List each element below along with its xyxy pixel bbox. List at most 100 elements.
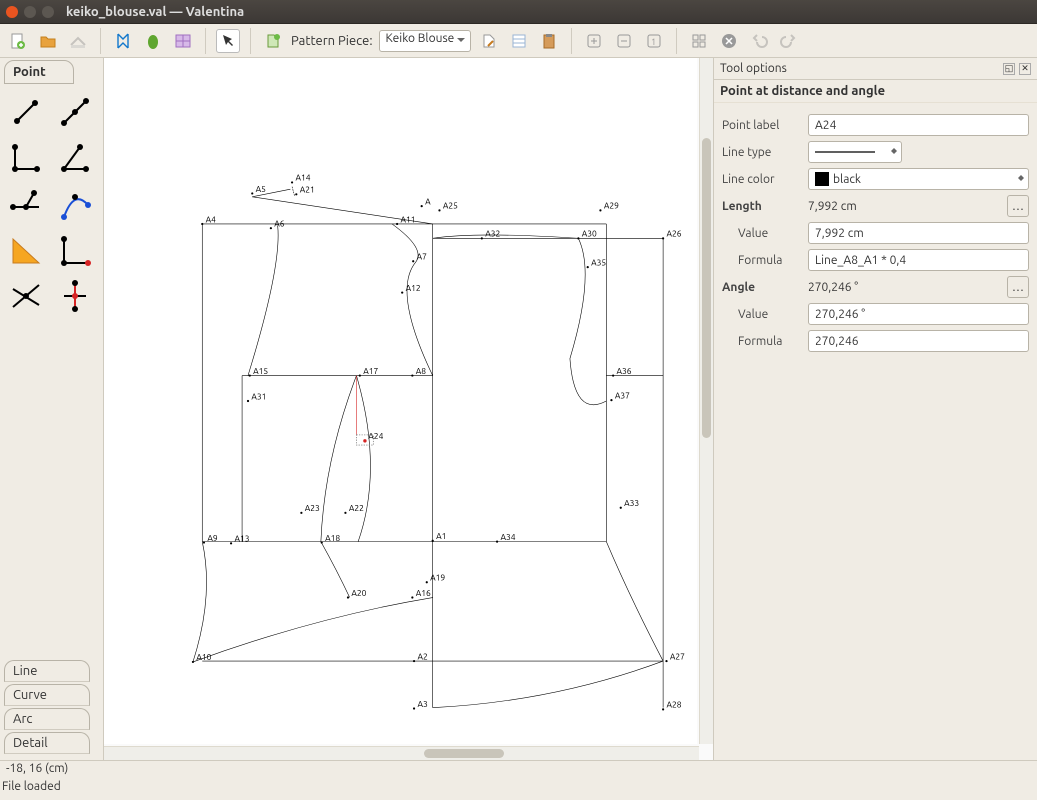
variables-table-button[interactable] bbox=[171, 29, 195, 53]
tool-angle-bisector[interactable] bbox=[55, 138, 95, 178]
config-pattern-piece-button[interactable] bbox=[477, 29, 501, 53]
svg-text:A19: A19 bbox=[430, 573, 445, 583]
svg-text:A34: A34 bbox=[500, 532, 515, 542]
zoom-in-button[interactable] bbox=[582, 29, 606, 53]
svg-text:A35: A35 bbox=[591, 257, 606, 267]
length-formula-caption: Formula bbox=[722, 254, 802, 267]
new-file-button[interactable] bbox=[6, 29, 30, 53]
length-value-input[interactable]: 7,992 cm bbox=[808, 222, 1029, 244]
svg-text:A23: A23 bbox=[305, 503, 320, 513]
length-value-caption: Value bbox=[722, 227, 802, 240]
svg-text:A1: A1 bbox=[436, 531, 446, 541]
tool-point-intersection[interactable] bbox=[55, 230, 95, 270]
measurements-individual-button[interactable] bbox=[111, 29, 135, 53]
drawing-area[interactable]: AA1A2A3A4A5A6A7A8A9A10A11A12A13A14A15A16… bbox=[104, 58, 713, 760]
history-table-button[interactable] bbox=[507, 29, 531, 53]
redo-button[interactable] bbox=[777, 29, 801, 53]
undo-button[interactable] bbox=[747, 29, 771, 53]
svg-text:A2: A2 bbox=[417, 651, 428, 661]
svg-text:A15: A15 bbox=[253, 366, 268, 376]
window-title: keiko_blouse.val — Valentina bbox=[66, 5, 244, 19]
angle-formula-caption: Formula bbox=[722, 335, 802, 348]
svg-text:A37: A37 bbox=[615, 390, 630, 400]
svg-text:A36: A36 bbox=[617, 366, 632, 376]
line-color-select[interactable]: black bbox=[808, 168, 1029, 190]
svg-text:A24: A24 bbox=[368, 431, 383, 441]
clipboard-button[interactable] bbox=[537, 29, 561, 53]
tool-tab-curve[interactable]: Curve bbox=[4, 684, 90, 706]
tool-line-intersect[interactable] bbox=[6, 276, 46, 316]
tool-options-panel: Tool options ◱ ✕ Point at distance and a… bbox=[713, 58, 1037, 760]
svg-text:A30: A30 bbox=[582, 229, 597, 239]
svg-text:A27: A27 bbox=[670, 651, 685, 661]
svg-text:A29: A29 bbox=[604, 201, 619, 211]
svg-text:A33: A33 bbox=[624, 498, 639, 508]
tool-normal[interactable] bbox=[6, 184, 46, 224]
tool-point-of-contact[interactable] bbox=[55, 276, 95, 316]
tool-seg-simple[interactable] bbox=[6, 92, 46, 132]
point-label-caption: Point label bbox=[722, 119, 802, 132]
tool-perpendicular[interactable] bbox=[6, 138, 46, 178]
svg-text:A8: A8 bbox=[416, 366, 427, 376]
angle-formula-input[interactable]: 270,246 bbox=[808, 330, 1029, 352]
stop-tool-button[interactable] bbox=[717, 29, 741, 53]
svg-text:A17: A17 bbox=[363, 366, 378, 376]
open-file-button[interactable] bbox=[36, 29, 60, 53]
svg-text:A11: A11 bbox=[401, 214, 416, 224]
length-display: 7,992 cm bbox=[808, 200, 997, 213]
line-type-select[interactable] bbox=[808, 141, 902, 163]
left-tool-panel: Point Line Curve Arc Detail bbox=[0, 58, 104, 760]
tool-tab-point[interactable]: Point bbox=[4, 60, 74, 84]
zoom-original-button[interactable]: 1 bbox=[642, 29, 666, 53]
svg-text:A: A bbox=[425, 196, 431, 206]
svg-text:A16: A16 bbox=[416, 588, 431, 598]
minimize-window-button[interactable] bbox=[24, 6, 36, 18]
new-pattern-piece-button[interactable] bbox=[261, 29, 285, 53]
svg-text:A4: A4 bbox=[206, 214, 217, 224]
angle-value-input[interactable]: 270,246 ° bbox=[808, 303, 1029, 325]
window-titlebar: keiko_blouse.val — Valentina bbox=[0, 0, 1037, 24]
angle-section-label: Angle bbox=[722, 281, 802, 294]
save-file-button[interactable] bbox=[66, 29, 90, 53]
svg-text:A25: A25 bbox=[443, 201, 458, 211]
panel-undock-button[interactable]: ◱ bbox=[1003, 63, 1015, 75]
svg-text:A5: A5 bbox=[256, 184, 267, 194]
tool-shoulder[interactable] bbox=[55, 184, 95, 224]
pattern-piece-select[interactable]: Keiko Blouse bbox=[379, 30, 472, 52]
measurements-standard-button[interactable] bbox=[141, 29, 165, 53]
svg-text:A6: A6 bbox=[274, 218, 285, 228]
tool-seg-midpoint[interactable] bbox=[55, 92, 95, 132]
tool-triangle[interactable] bbox=[6, 230, 46, 270]
angle-value-caption: Value bbox=[722, 308, 802, 321]
close-window-button[interactable] bbox=[6, 6, 18, 18]
vertical-scrollbar[interactable] bbox=[699, 58, 713, 744]
svg-text:A32: A32 bbox=[485, 229, 500, 239]
tool-name-label: Point at distance and angle bbox=[714, 80, 1037, 103]
angle-expand-button[interactable]: … bbox=[1007, 276, 1029, 298]
svg-text:A21: A21 bbox=[300, 185, 315, 195]
length-formula-input[interactable]: Line_A8_A1 * 0,4 bbox=[808, 249, 1029, 271]
panel-close-button[interactable]: ✕ bbox=[1019, 63, 1031, 75]
svg-text:A13: A13 bbox=[234, 534, 249, 544]
svg-text:A14: A14 bbox=[295, 173, 310, 183]
line-color-caption: Line color bbox=[722, 173, 802, 186]
svg-text:1: 1 bbox=[651, 37, 656, 47]
tool-tab-detail[interactable]: Detail bbox=[4, 732, 90, 754]
svg-text:A9: A9 bbox=[207, 533, 218, 543]
zoom-fit-button[interactable] bbox=[687, 29, 711, 53]
status-coords: -18, 16 (cm) bbox=[0, 760, 1037, 780]
zoom-out-button[interactable] bbox=[612, 29, 636, 53]
arrow-tool-button[interactable] bbox=[216, 29, 240, 53]
tool-tab-arc[interactable]: Arc bbox=[4, 708, 90, 730]
point-label-input[interactable]: A24 bbox=[808, 114, 1029, 136]
length-expand-button[interactable]: … bbox=[1007, 195, 1029, 217]
svg-text:A22: A22 bbox=[349, 503, 364, 513]
horizontal-scrollbar[interactable] bbox=[104, 746, 699, 760]
main-toolbar: Pattern Piece: Keiko Blouse 1 bbox=[0, 24, 1037, 58]
svg-text:A26: A26 bbox=[667, 229, 682, 239]
tool-tab-line[interactable]: Line bbox=[4, 660, 90, 682]
svg-text:A18: A18 bbox=[325, 533, 340, 543]
svg-text:A31: A31 bbox=[251, 391, 266, 401]
length-section-label: Length bbox=[722, 200, 802, 213]
maximize-window-button[interactable] bbox=[42, 6, 54, 18]
